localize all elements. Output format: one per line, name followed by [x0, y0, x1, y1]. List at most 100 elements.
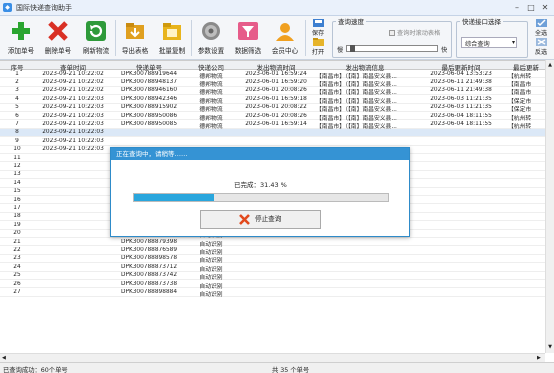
- table-row[interactable]: 8 2023-09-21 10:22:03: [0, 128, 545, 138]
- cell-tracking-number: DPK300788942346: [120, 95, 178, 102]
- param-settings-button[interactable]: 参数设置: [193, 19, 229, 57]
- table-row[interactable]: 6 2023-09-21 10:22:03 DPK300788950086 德邦物流 2…: [0, 112, 545, 122]
- cell-index: 18: [13, 213, 21, 220]
- chevron-down-icon: ▾: [511, 39, 515, 46]
- cell-tracking-number: DPK300788879398: [120, 238, 178, 245]
- auto-scroll-checkbox[interactable]: [389, 30, 395, 36]
- scroll-up-icon[interactable]: ▲: [547, 62, 553, 68]
- cell-tracking-number: DPK300788919644: [120, 70, 178, 77]
- cell-index: 13: [13, 171, 21, 178]
- progress-dialog: 正在查询中，请稍等…… 已完成：31.43 % 停止查询: [110, 147, 410, 237]
- cell-index: 10: [13, 146, 21, 153]
- table-row[interactable]: 2 2023-09-21 10:22:02 DPK300788948137 德邦物流 2…: [0, 78, 545, 88]
- table-row[interactable]: 21 DPK300788879398 自动识别: [0, 238, 545, 248]
- cell-index: 9: [15, 137, 19, 144]
- cell-tracking-number: DPK300788873738: [120, 280, 178, 287]
- cell-index: 5: [15, 104, 19, 111]
- table-row[interactable]: 23 DPK300788898578 自动识别: [0, 255, 545, 264]
- status-success-count: 已查询成功：60个单号: [3, 367, 68, 373]
- cell-query-time: 2023-09-21 10:22:03: [42, 104, 104, 111]
- scroll-left-icon[interactable]: ◀: [2, 355, 6, 361]
- status-total-count: 共 35 个单号: [272, 367, 310, 373]
- save-icon: [312, 19, 324, 27]
- cell-tracking-number: DPK300788946160: [120, 87, 178, 94]
- cell-index: 27: [13, 288, 21, 295]
- cell-tracking-number: DPK300788873712: [120, 263, 178, 270]
- dialog-title: 正在查询中，请稍等……: [111, 148, 409, 160]
- cell-tracking-number: DPK300788950086: [120, 112, 178, 119]
- table-row[interactable]: 4 2023-09-21 10:22:03 DPK300788942346 德邦物流 2…: [0, 95, 545, 105]
- cell-index: 1: [15, 70, 19, 77]
- cell-index: 8: [15, 129, 19, 136]
- progress-bar-fill: [134, 194, 214, 201]
- cell-last-update-time: 2023-06-11 21:49:38: [430, 87, 492, 94]
- cell-send-time: 2023-06-01 16:59:18: [245, 95, 307, 102]
- cell-index: 4: [15, 95, 19, 102]
- data-filter-button[interactable]: 数据筛选: [230, 19, 266, 57]
- cell-query-time: 2023-09-21 10:22:02: [42, 87, 104, 94]
- cell-last-update-time: 2023-06-11 21:49:38: [430, 78, 492, 85]
- speed-slider-knob[interactable]: [349, 45, 355, 52]
- cell-index: 7: [15, 120, 19, 127]
- cell-index: 15: [13, 188, 21, 195]
- folder-icon: [312, 38, 324, 46]
- table-header: 序号 查单时间 快递单号 快递公司 发出物流时间 发出物流信息 最后更新时间 最…: [0, 61, 545, 72]
- table-row[interactable]: 5 2023-09-21 10:22:03 DPK300788915902 德邦物流 2…: [0, 104, 545, 113]
- auto-scroll-option[interactable]: 查询时滚动表格: [389, 28, 440, 37]
- table-row[interactable]: 1 2023-09-21 10:22:02 DPK300788919644 德邦物流 2…: [0, 70, 545, 80]
- refresh-logistics-button[interactable]: 刷新物流: [78, 19, 114, 57]
- add-number-button[interactable]: 添加单号: [3, 19, 39, 57]
- table-row[interactable]: 26 DPK300788873738 自动识别: [0, 280, 545, 290]
- cell-send-time: 2023-06-01 20:08:26: [245, 87, 307, 94]
- cell-send-time: 2023-06-01 20:08:26: [245, 112, 307, 119]
- export-table-button[interactable]: 导出表格: [117, 19, 153, 57]
- minimize-button[interactable]: –: [510, 2, 524, 13]
- vertical-scrollbar[interactable]: ▲ ▼: [545, 60, 554, 353]
- speed-slider[interactable]: [346, 45, 438, 52]
- delete-icon: [47, 20, 69, 42]
- toolbar: 添加单号 删除单号 刷新物流 导出表格 批量复制 参数设置 数据筛选 会员中心 …: [0, 16, 554, 60]
- stop-query-button[interactable]: 停止查询: [200, 210, 321, 229]
- cell-index: 14: [13, 179, 21, 186]
- table-row[interactable]: 7 2023-09-21 10:22:03 DPK300788950085 德邦物流 2…: [0, 120, 545, 130]
- member-center-button[interactable]: 会员中心: [267, 19, 303, 57]
- save-button[interactable]: 保存: [308, 19, 328, 37]
- table-row[interactable]: 24 DPK300788873712 自动识别: [0, 263, 545, 273]
- cell-index: 24: [13, 263, 21, 270]
- window-title: 国际快递查询助手: [16, 4, 72, 12]
- cell-tracking-number: DPK300788876589: [120, 246, 178, 253]
- batch-copy-button[interactable]: 批量复制: [154, 19, 190, 57]
- select-all-button[interactable]: 全选: [531, 19, 551, 37]
- cell-query-time: 2023-09-21 10:22:03: [42, 129, 104, 136]
- cell-last-update-time: 2023-06-03 11:21:35: [430, 95, 492, 102]
- scroll-down-icon[interactable]: ▼: [547, 344, 553, 350]
- open-button[interactable]: 打开: [308, 38, 328, 56]
- horizontal-scrollbar[interactable]: ◀ ▶: [0, 353, 545, 362]
- cell-send-time: 2023-06-01 16:59:14: [245, 120, 307, 127]
- fast-label: 快: [441, 47, 448, 54]
- invert-select-button[interactable]: 反选: [531, 38, 551, 56]
- stop-icon: [238, 213, 251, 226]
- maximize-button[interactable]: □: [524, 2, 538, 13]
- table-row[interactable]: 27 DPK300788898884 自动识别: [0, 288, 545, 298]
- cell-query-time: 2023-09-21 10:22:03: [42, 137, 104, 144]
- cell-send-time: 2023-06-01 20:08:22: [245, 104, 307, 111]
- api-select[interactable]: 综合查询 ▾: [461, 37, 517, 48]
- delete-number-button[interactable]: 删除单号: [40, 19, 76, 57]
- cell-last-update-time: 2023-06-03 11:21:35: [430, 104, 492, 111]
- copy-icon: [161, 20, 183, 42]
- cell-tracking-number: DPK300788898578: [120, 255, 178, 262]
- speed-legend: 查询速度: [338, 18, 364, 26]
- table-row[interactable]: 22 DPK300788876589 自动识别: [0, 246, 545, 256]
- table-row[interactable]: 25 DPK300788873742 自动识别: [0, 272, 545, 281]
- table-row[interactable]: 3 2023-09-21 10:22:02 DPK300788946160 德邦物流 2…: [0, 87, 545, 96]
- cell-index: 19: [13, 221, 21, 228]
- progress-bar: [133, 193, 389, 202]
- cell-tracking-number: DPK300788950085: [120, 120, 178, 127]
- cell-index: 11: [13, 154, 21, 161]
- cell-tracking-number: DPK300788948137: [120, 78, 178, 85]
- scroll-right-icon[interactable]: ▶: [537, 355, 541, 361]
- cell-last-update-time: 2023-06-04 18:11:55: [430, 120, 492, 127]
- close-button[interactable]: ✕: [538, 2, 552, 13]
- table-row[interactable]: 9 2023-09-21 10:22:03: [0, 137, 545, 146]
